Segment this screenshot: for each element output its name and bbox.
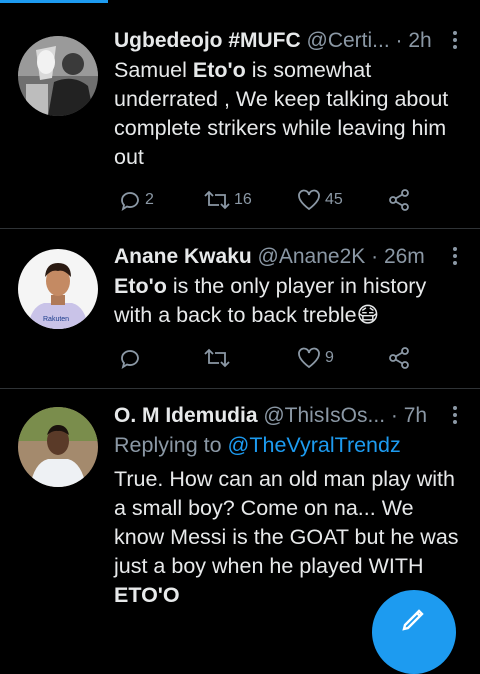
tweet-text: Samuel Eto'o is somewhat underrated , We… <box>114 58 449 169</box>
like-button[interactable]: 9 <box>296 345 334 371</box>
tweet-header: Anane Kwaku @Anane2K · 26m <box>114 242 446 272</box>
tweet-header: Ugbedeojo #MUFC @Certi... · 2h <box>114 26 446 56</box>
avatar[interactable] <box>18 36 98 116</box>
handle[interactable]: @Certi... <box>307 29 390 52</box>
tweet[interactable]: Rakuten Anane Kwaku @Anane2K · 26m Eto'o… <box>0 229 480 389</box>
reply-button[interactable]: 2 <box>118 187 154 213</box>
reply-count: 2 <box>145 191 154 208</box>
replying-to: Replying to @TheVyralTrendz <box>114 433 401 457</box>
timestamp[interactable]: · 7h <box>391 404 427 427</box>
like-icon <box>298 347 320 369</box>
retweet-icon <box>204 348 230 368</box>
avatar[interactable] <box>18 407 98 487</box>
retweet-count: 16 <box>234 191 252 208</box>
reply-icon <box>121 350 139 369</box>
timestamp[interactable]: · 26m <box>371 245 425 268</box>
display-name[interactable]: Ugbedeojo #MUFC <box>114 29 301 52</box>
share-button[interactable] <box>387 345 411 371</box>
tweet[interactable]: O. M Idemudia @ThisIsOs... · 7h Replying… <box>0 389 480 622</box>
tweet[interactable]: Ugbedeojo #MUFC @Certi... · 2h Samuel Et… <box>0 0 480 229</box>
reply-handle-link[interactable]: @TheVyralTrendz <box>228 433 401 457</box>
compose-icon <box>402 609 424 631</box>
share-icon <box>389 189 409 211</box>
like-count: 9 <box>325 349 334 366</box>
handle[interactable]: @ThisIsOs... <box>263 404 385 427</box>
avatar[interactable]: Rakuten <box>18 249 98 329</box>
like-icon <box>298 189 320 211</box>
more-icon[interactable] <box>452 247 458 269</box>
reply-button[interactable] <box>118 345 142 371</box>
tweet-text: Eto'o is the only player in history with… <box>114 274 427 327</box>
compose-button[interactable] <box>372 590 456 674</box>
handle[interactable]: @Anane2K <box>258 245 366 268</box>
tweet-text: True. How can an old man play with a sma… <box>114 467 459 607</box>
share-button[interactable] <box>387 187 411 213</box>
svg-text:Rakuten: Rakuten <box>43 316 69 323</box>
retweet-icon <box>204 190 230 210</box>
more-icon[interactable] <box>452 31 458 53</box>
more-icon[interactable] <box>452 406 458 428</box>
reply-icon <box>121 192 139 211</box>
display-name[interactable]: Anane Kwaku <box>114 245 252 268</box>
like-button[interactable]: 45 <box>296 187 343 213</box>
display-name[interactable]: O. M Idemudia <box>114 404 258 427</box>
timestamp[interactable]: · 2h <box>396 29 432 52</box>
tweet-header: O. M Idemudia @ThisIsOs... · 7h <box>114 401 446 431</box>
share-icon <box>389 347 409 369</box>
retweet-button[interactable]: 16 <box>203 187 252 213</box>
like-count: 45 <box>325 191 343 208</box>
emoji: 😷 <box>356 303 380 327</box>
retweet-button[interactable] <box>203 345 231 371</box>
